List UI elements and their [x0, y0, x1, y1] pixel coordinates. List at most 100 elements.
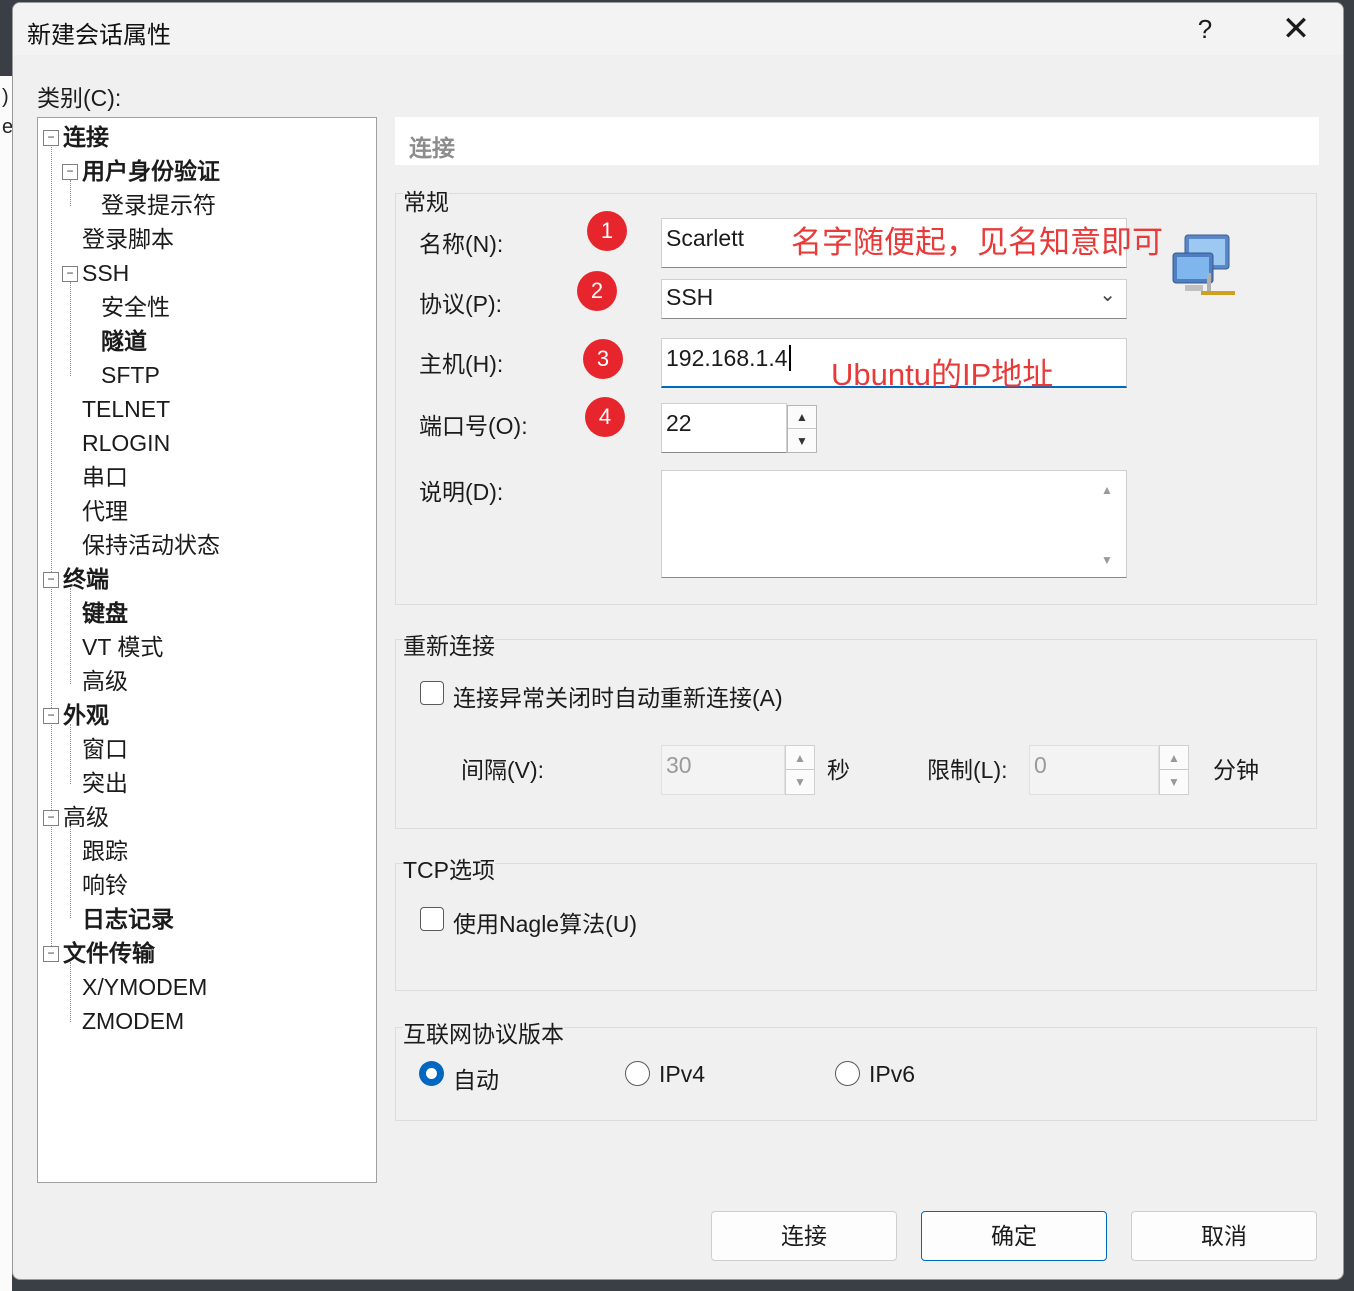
reconnect-group-title: 重新连接	[403, 627, 495, 661]
auto-reconnect-checkbox[interactable]	[420, 681, 444, 705]
collapse-icon[interactable]: −	[43, 572, 59, 588]
ip-version-group-title: 互联网协议版本	[403, 1015, 564, 1049]
ok-button[interactable]: 确定	[921, 1211, 1107, 1261]
tree-line	[51, 144, 52, 958]
port-spinner[interactable]: ▲ ▼	[787, 405, 817, 453]
radio-ipv4-label: IPv4	[659, 1061, 706, 1087]
spin-down-icon[interactable]: ▼	[1160, 770, 1188, 794]
interval-input[interactable]: 30	[661, 745, 785, 795]
tree-item-keepalive[interactable]: 保持活动状态	[82, 530, 220, 560]
interval-label: 间隔(V):	[461, 757, 545, 783]
tree-line	[70, 724, 71, 784]
host-value: 192.168.1.4	[666, 345, 788, 371]
tree-item-serial[interactable]: 串口	[82, 462, 128, 492]
collapse-icon[interactable]: −	[43, 946, 59, 962]
close-button[interactable]: ✕	[1263, 3, 1329, 55]
tree-item-connection[interactable]: 连接	[63, 122, 109, 152]
host-label: 主机(H):	[419, 351, 504, 377]
background-window-edge: ) e	[0, 76, 13, 1291]
collapse-icon[interactable]: −	[43, 130, 59, 146]
name-annotation: 名字随便起，见名知意即可	[791, 225, 1163, 260]
tree-item-ssh[interactable]: SSH	[82, 258, 129, 288]
spin-up-icon[interactable]: ▲	[788, 406, 816, 429]
tree-item-file-transfer[interactable]: 文件传输	[63, 938, 155, 968]
tree-item-tunnel[interactable]: 隧道	[101, 326, 147, 356]
limit-input[interactable]: 0	[1029, 745, 1159, 795]
tree-item-bell[interactable]: 响铃	[82, 870, 128, 900]
tree-item-login-prompt[interactable]: 登录提示符	[101, 190, 216, 220]
tree-item-sftp[interactable]: SFTP	[101, 360, 160, 390]
tree-line	[70, 282, 71, 376]
radio-ipv4[interactable]	[625, 1061, 650, 1086]
text-cursor	[788, 345, 791, 371]
annotation-badge-3: 3	[583, 339, 623, 379]
annotation-badge-1: 1	[587, 211, 627, 251]
tree-item-terminal[interactable]: 终端	[63, 564, 109, 594]
category-tree[interactable]: − 连接 − 用户身份验证 登录提示符 登录脚本 − SSH 安全性 隧道 SF…	[37, 117, 377, 1183]
protocol-value: SSH	[666, 284, 714, 310]
protocol-select[interactable]: SSH ⌄	[661, 279, 1127, 319]
radio-auto[interactable]	[419, 1061, 444, 1086]
tree-item-appearance[interactable]: 外观	[63, 700, 109, 730]
tree-line	[70, 962, 71, 1022]
tree-item-terminal-advanced[interactable]: 高级	[82, 666, 128, 696]
tree-item-auth[interactable]: 用户身份验证	[82, 156, 220, 186]
tree-line	[70, 826, 71, 918]
auto-reconnect-label: 连接异常关闭时自动重新连接(A)	[453, 685, 783, 711]
description-label: 说明(D):	[419, 479, 504, 505]
annotation-badge-4: 4	[585, 397, 625, 437]
collapse-icon[interactable]: −	[62, 266, 78, 282]
window-title: 新建会话属性	[27, 22, 171, 49]
collapse-icon[interactable]: −	[43, 708, 59, 724]
tree-item-zmodem[interactable]: ZMODEM	[82, 1006, 184, 1036]
tree-item-window[interactable]: 窗口	[82, 734, 128, 764]
tree-item-proxy[interactable]: 代理	[82, 496, 128, 526]
spin-up-icon[interactable]: ▲	[1160, 746, 1188, 770]
spin-down-icon[interactable]: ▼	[786, 770, 814, 794]
tree-item-advanced[interactable]: 高级	[63, 802, 109, 832]
scroll-down-icon[interactable]: ▼	[1101, 553, 1113, 567]
chevron-down-icon: ⌄	[1099, 284, 1116, 306]
tree-line	[70, 588, 71, 684]
protocol-label: 协议(P):	[419, 291, 503, 317]
radio-ipv6[interactable]	[835, 1061, 860, 1086]
port-input[interactable]: 22	[661, 403, 787, 453]
tree-item-xymodem[interactable]: X/YMODEM	[82, 972, 207, 1002]
tree-item-vt-mode[interactable]: VT 模式	[82, 632, 163, 662]
tree-item-highlight[interactable]: 突出	[82, 768, 128, 798]
tree-item-security[interactable]: 安全性	[101, 292, 170, 322]
spin-up-icon[interactable]: ▲	[786, 746, 814, 770]
limit-label: 限制(L):	[927, 757, 1008, 783]
tree-line	[70, 180, 71, 206]
tree-item-login-script[interactable]: 登录脚本	[82, 224, 174, 254]
radio-auto-label: 自动	[453, 1067, 499, 1093]
annotation-badge-2: 2	[577, 271, 617, 311]
tree-item-keyboard[interactable]: 键盘	[82, 598, 128, 628]
help-button[interactable]: ?	[1173, 3, 1237, 55]
tree-item-rlogin[interactable]: RLOGIN	[82, 428, 170, 458]
limit-unit: 分钟	[1213, 757, 1259, 783]
description-textarea[interactable]	[661, 470, 1127, 578]
port-label: 端口号(O):	[419, 413, 528, 439]
limit-spinner[interactable]: ▲ ▼	[1159, 745, 1189, 795]
nagle-label: 使用Nagle算法(U)	[453, 911, 638, 937]
scroll-up-icon[interactable]: ▲	[1101, 483, 1113, 497]
panel-title: 连接	[409, 135, 455, 161]
general-group-title: 常规	[403, 183, 449, 217]
collapse-icon[interactable]: −	[62, 164, 78, 180]
tcp-group-title: TCP选项	[403, 851, 495, 885]
tree-item-telnet[interactable]: TELNET	[82, 394, 170, 424]
tree-item-logging[interactable]: 日志记录	[82, 904, 174, 934]
category-label: 类别(C):	[37, 85, 122, 111]
name-label: 名称(N):	[419, 231, 504, 257]
interval-spinner[interactable]: ▲ ▼	[785, 745, 815, 795]
connect-button[interactable]: 连接	[711, 1211, 897, 1261]
nagle-checkbox[interactable]	[420, 907, 444, 931]
radio-ipv6-label: IPv6	[869, 1061, 916, 1087]
spin-down-icon[interactable]: ▼	[788, 429, 816, 452]
tree-item-trace[interactable]: 跟踪	[82, 836, 128, 866]
panel-header: 连接	[395, 117, 1319, 165]
host-annotation: Ubuntu的IP地址	[831, 357, 1054, 392]
collapse-icon[interactable]: −	[43, 810, 59, 826]
cancel-button[interactable]: 取消	[1131, 1211, 1317, 1261]
